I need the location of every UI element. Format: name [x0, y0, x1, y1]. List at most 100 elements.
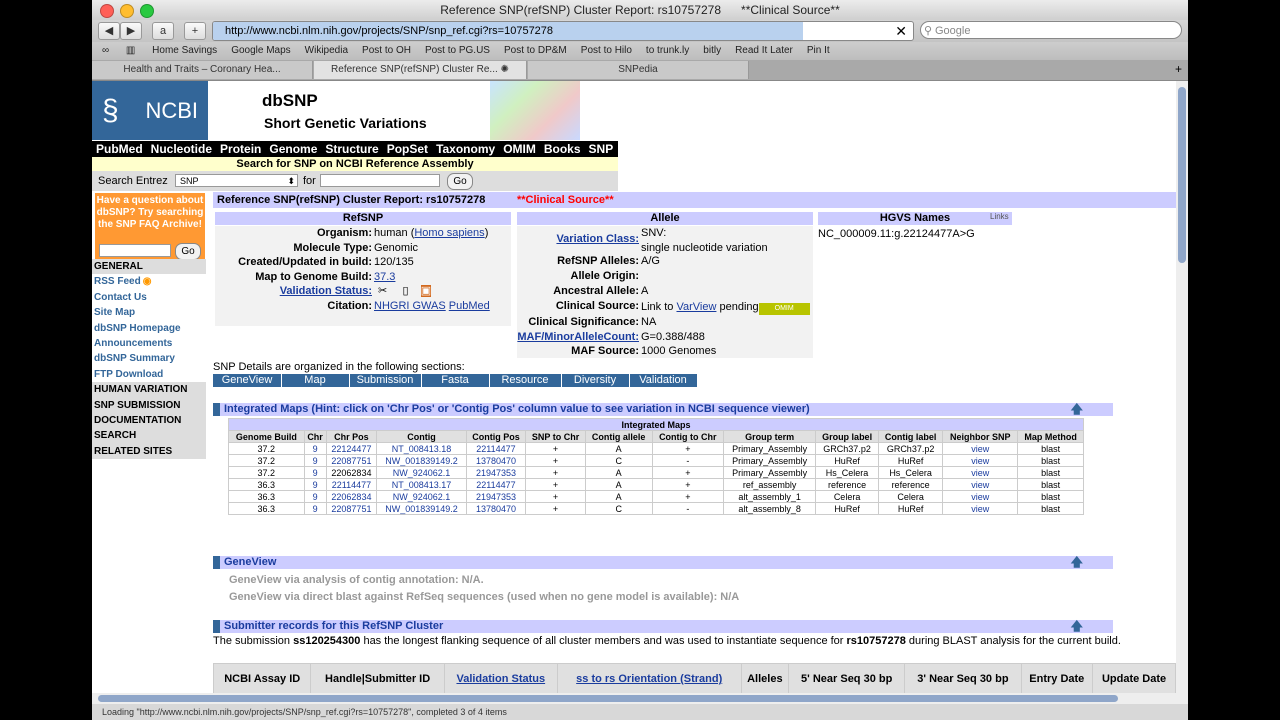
bookmark-3[interactable]: Post to OH	[362, 45, 411, 56]
vertical-scroll-thumb[interactable]	[1178, 87, 1186, 263]
bookmark-10[interactable]: Pin It	[807, 45, 830, 56]
nav-pubmed[interactable]: PubMed	[96, 142, 143, 156]
cell-link[interactable]: 9	[313, 492, 318, 502]
column-header[interactable]: Contig label	[877, 430, 944, 443]
map-build-link[interactable]: 37.3	[374, 270, 395, 285]
address-bar[interactable]: http://www.ncbi.nlm.nih.gov/projects/SNP…	[212, 21, 914, 41]
sidebar-item-dbsnp-summary[interactable]: dbSNP Summary	[92, 351, 206, 367]
nav-omim[interactable]: OMIM	[503, 142, 536, 156]
nav-books[interactable]: Books	[544, 142, 581, 156]
column-header[interactable]: Contig	[376, 430, 467, 443]
snp-search-link[interactable]: Search for SNP on NCBI Reference Assembl…	[92, 157, 618, 171]
cell-link[interactable]: NW_924062.1	[393, 468, 451, 478]
hapmap-validation-icon[interactable]: ▣	[420, 285, 432, 297]
nav-genome[interactable]: Genome	[269, 142, 317, 156]
faq-input[interactable]	[99, 244, 171, 257]
faq-go-button[interactable]: Go	[175, 243, 201, 260]
varview-link[interactable]: VarView	[676, 301, 716, 313]
faq-text[interactable]: Have a question about dbSNP? Try searchi…	[95, 195, 205, 231]
column-header[interactable]: Chr Pos	[325, 430, 378, 443]
sidebar-item-related-sites[interactable]: RELATED SITES	[92, 443, 206, 460]
nav-taxonomy[interactable]: Taxonomy	[436, 142, 495, 156]
cell-link[interactable]: 9	[313, 504, 318, 514]
section-tab-submission[interactable]: Submission	[349, 374, 422, 387]
cell-link[interactable]: 22087751	[331, 456, 371, 466]
column-header[interactable]: Contig to Chr	[651, 430, 725, 443]
bookmark-9[interactable]: Read It Later	[735, 45, 793, 56]
omim-badge[interactable]: OMIM	[758, 303, 810, 315]
cell-link[interactable]: view	[971, 480, 989, 490]
section-tab-geneview[interactable]: GeneView	[213, 374, 282, 387]
back-button[interactable]: ◀	[98, 22, 120, 40]
horizontal-scroll-thumb[interactable]	[98, 695, 1118, 702]
nav-snp[interactable]: SNP	[589, 142, 614, 156]
section-tab-resource[interactable]: Resource	[489, 374, 562, 387]
back-to-top-icon[interactable]: 🡅	[1071, 556, 1083, 569]
nav-nucleotide[interactable]: Nucleotide	[151, 142, 212, 156]
cell-link[interactable]: view	[971, 504, 989, 514]
rss-icon[interactable]: ◉	[143, 276, 152, 287]
bookmark-7[interactable]: to trunk.ly	[646, 45, 689, 56]
horizontal-scrollbar[interactable]	[92, 693, 1188, 704]
bookmark-6[interactable]: Post to Hilo	[581, 45, 632, 56]
cell-link[interactable]: 9	[313, 456, 318, 466]
cell-link[interactable]: NW_924062.1	[393, 492, 451, 502]
entrez-go-button[interactable]: Go	[447, 173, 473, 190]
cell-link[interactable]: 13780470	[476, 504, 516, 514]
tab-health-traits[interactable]: Health and Traits – Coronary Hea...	[92, 61, 313, 79]
column-header[interactable]: Group label	[815, 430, 879, 443]
cell-link[interactable]: view	[971, 492, 989, 502]
ncbi-logo[interactable]: § NCBI	[92, 81, 208, 140]
maf-link[interactable]: MAF/MinorAlleleCount:	[517, 330, 639, 345]
cell-link[interactable]: NT_008413.18	[392, 444, 452, 454]
minimize-window-button[interactable]	[120, 4, 134, 18]
cell-link[interactable]: NT_008413.17	[392, 480, 452, 490]
cell-link[interactable]: 9	[313, 468, 318, 478]
column-header[interactable]: Chr	[303, 430, 327, 443]
section-tab-diversity[interactable]: Diversity	[561, 374, 630, 387]
bookmark-2[interactable]: Wikipedia	[305, 45, 348, 56]
column-header[interactable]: Contig allele	[584, 430, 653, 443]
column-header[interactable]: Neighbor SNP	[942, 430, 1019, 443]
nav-protein[interactable]: Protein	[220, 142, 261, 156]
database-select[interactable]: SNP ⬍	[175, 174, 298, 187]
cell-link[interactable]: 22114477	[476, 444, 515, 454]
sidebar-item-contact-us[interactable]: Contact Us	[92, 289, 206, 306]
sidebar-item-documentation[interactable]: DOCUMENTATION	[92, 412, 206, 429]
bookmark-5[interactable]: Post to DP&M	[504, 45, 567, 56]
organism-link[interactable]: Homo sapiens	[414, 227, 484, 239]
submitter-column-header[interactable]: ss to rs Orientation (Strand)	[556, 663, 742, 695]
cluster-validation-icon[interactable]: ✂	[378, 285, 387, 297]
tab-refsnp-report[interactable]: Reference SNP(refSNP) Cluster Re... ✺	[314, 61, 527, 79]
bookmark-1[interactable]: Google Maps	[231, 45, 290, 56]
gwas-link[interactable]: NHGRI GWAS	[374, 300, 446, 312]
cell-link[interactable]: 9	[313, 444, 318, 454]
cell-link[interactable]: NW_001839149.2	[385, 504, 458, 514]
cell-link[interactable]: 21947353	[476, 468, 516, 478]
bookmarks-icon[interactable]: ▥	[126, 45, 135, 56]
nav-popset[interactable]: PopSet	[387, 142, 428, 156]
cell-link[interactable]: view	[971, 468, 989, 478]
amazon-icon[interactable]: a	[152, 22, 174, 40]
frequency-validation-icon[interactable]: ▯	[403, 285, 409, 297]
bookmark-4[interactable]: Post to PG.US	[425, 45, 490, 56]
sidebar-item-search[interactable]: SEARCH	[92, 428, 206, 444]
tab-snpedia[interactable]: SNPedia	[528, 61, 749, 79]
sidebar-item-rss-feed[interactable]: RSS Feed ◉	[92, 274, 206, 290]
column-header[interactable]: Genome Build	[228, 430, 305, 443]
links-label[interactable]: Links	[990, 212, 1009, 221]
forward-button[interactable]: ▶	[120, 22, 142, 40]
cell-link[interactable]: 22062834	[331, 492, 371, 502]
zoom-window-button[interactable]	[140, 4, 154, 18]
sidebar-item-snp-submission[interactable]: SNP SUBMISSION	[92, 397, 206, 413]
bookmark-8[interactable]: bitly	[703, 45, 721, 56]
column-header[interactable]: Map Method	[1017, 430, 1084, 443]
close-window-button[interactable]	[100, 4, 114, 18]
search-input[interactable]: ⚲ Google	[920, 21, 1182, 39]
new-tab-button[interactable]: +	[1175, 62, 1182, 76]
cell-link[interactable]: 13780470	[476, 456, 516, 466]
reading-list-icon[interactable]: ∞	[102, 45, 109, 56]
column-header[interactable]: SNP to Chr	[525, 430, 586, 443]
section-tab-map[interactable]: Map	[281, 374, 350, 387]
sidebar-item-dbsnp-homepage[interactable]: dbSNP Homepage	[92, 320, 206, 336]
